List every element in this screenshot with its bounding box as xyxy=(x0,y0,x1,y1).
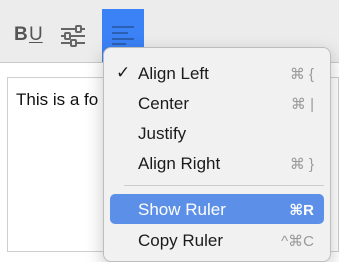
menu-item-label: Center xyxy=(138,94,190,113)
menu-item-align-left[interactable]: ✓ Align Left ⌘ { xyxy=(110,58,324,88)
alignment-menu: ✓ Align Left ⌘ { Center ⌘ | Justify Alig… xyxy=(103,47,331,262)
sliders-icon[interactable] xyxy=(59,24,87,48)
bold-button[interactable]: B xyxy=(14,24,28,46)
menu-item-center[interactable]: Center ⌘ | xyxy=(110,88,324,118)
menu-item-shortcut: ⌘ } xyxy=(289,156,314,173)
menu-item-show-ruler[interactable]: Show Ruler ⌘R xyxy=(110,194,324,224)
menu-item-shortcut: ⌘ | xyxy=(290,96,314,113)
menu-item-label: Show Ruler xyxy=(138,200,226,219)
menu-item-label: Align Right xyxy=(138,154,221,173)
menu-item-shortcut: ⌘ { xyxy=(289,66,314,83)
menu-item-align-right[interactable]: Align Right ⌘ } xyxy=(110,148,324,178)
menu-item-justify[interactable]: Justify xyxy=(110,118,324,148)
menu-separator xyxy=(124,185,324,186)
menu-item-copy-ruler[interactable]: Copy Ruler ^⌘C xyxy=(110,225,324,255)
menu-item-shortcut: ^⌘C xyxy=(281,233,314,250)
menu-item-shortcut: ⌘R xyxy=(289,202,314,219)
menu-item-label: Justify xyxy=(138,124,187,143)
menu-item-label: Align Left xyxy=(138,64,209,83)
editor-text: This is a fo xyxy=(16,90,99,109)
checkmark-icon: ✓ xyxy=(116,63,131,82)
align-left-icon xyxy=(112,26,134,45)
menu-item-label: Copy Ruler xyxy=(138,231,224,250)
underline-button[interactable]: U xyxy=(29,24,43,46)
